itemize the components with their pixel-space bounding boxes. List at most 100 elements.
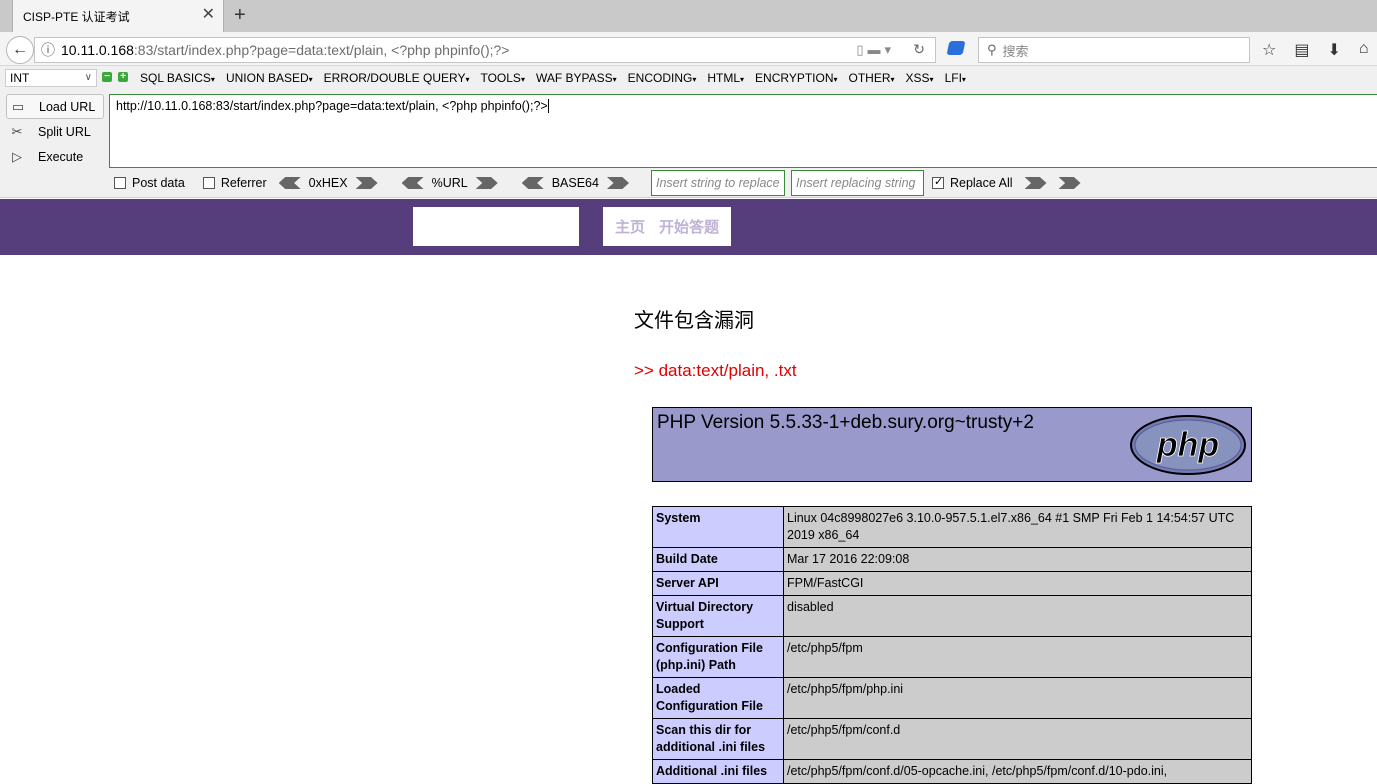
load-url-button[interactable]: ▭ Load URL [6,94,104,119]
table-row: Build Date Mar 17 2016 22:09:08 [652,547,1252,572]
hackbar-menu-item[interactable]: HTML [707,71,744,85]
base64-decode-arrow-icon[interactable] [521,177,544,189]
row-key: System [652,506,784,548]
hackbar-menu-item[interactable]: ERROR/DOUBLE QUERY [324,71,470,85]
decrease-icon[interactable]: − [102,72,112,82]
site-nav: 主页 开始答题 [603,207,731,246]
browser-tab[interactable]: CISP-PTE 认证考试 ✕ [12,0,224,32]
increase-icon[interactable]: + [118,72,128,82]
info-icon[interactable]: ⓘ [35,40,61,60]
hackbar-menu-item[interactable]: LFI [945,71,966,85]
php-logo-icon: php [1130,415,1246,475]
table-row: Server API FPM/FastCGI [652,571,1252,596]
search-box[interactable]: ⚲ 搜索 [978,37,1250,63]
execute-button[interactable]: ▷ Execute [6,144,106,169]
url-encode-arrow-icon[interactable] [475,177,498,189]
hackbar-url-textarea[interactable]: http://10.11.0.168:83/start/index.php?pa… [109,94,1377,168]
hackbar-menu-item[interactable]: SQL BASICS [140,71,215,85]
home-icon[interactable]: ⌂ [1359,40,1369,60]
hex-decode-arrow-icon[interactable] [278,177,301,189]
row-value: disabled [783,595,1252,637]
hackbar-menu-item[interactable]: TOOLS [480,71,524,85]
post-data-label: Post data [132,176,185,190]
load-icon: ▭ [11,98,25,114]
post-data-checkbox[interactable] [114,177,126,189]
hackbar-panel: INT ∨ − + SQL BASICS UNION BASED ERROR/DOU… [0,66,1377,198]
hackbar-menu: SQL BASICS UNION BASED ERROR/DOUBLE QUERY T… [140,71,966,85]
hex-label: 0xHEX [308,176,348,190]
chevron-down-icon: ∨ [84,72,92,83]
site-logo-box [413,207,579,246]
hackbar-menu-item[interactable]: ENCODING [628,71,697,85]
new-tab-icon[interactable]: + [234,4,246,26]
replace-back-arrow-icon[interactable] [1058,177,1081,189]
row-value: Linux 04c8998027e6 3.10.0-957.5.1.el7.x8… [783,506,1252,548]
extension-icon[interactable] [946,41,966,55]
reload-icon[interactable]: ↻ [913,41,925,58]
table-row: Virtual Directory Support disabled [652,595,1252,637]
load-url-label: Load URL [39,99,96,114]
nav-bar: ← ⓘ 10.11.0.168:83/start/index.php?page=… [0,32,1377,66]
php-logo-text: php [1156,426,1219,464]
search-icon: ⚲ [987,42,997,57]
row-key: Scan this dir for additional .ini files [652,718,784,760]
close-tab-icon[interactable]: ✕ [202,7,215,23]
site-header: 主页 开始答题 [0,199,1377,255]
download-icon[interactable]: ⬇ [1327,40,1340,60]
address-bar[interactable]: ⓘ 10.11.0.168:83/start/index.php?page=da… [34,37,936,63]
referrer-label: Referrer [220,176,267,190]
replace-string-input[interactable]: Insert string to replace [650,170,785,196]
replace-all-label: Replace All [949,176,1013,190]
base64-encode-arrow-icon[interactable] [606,177,629,189]
row-key: Virtual Directory Support [652,595,784,637]
table-row: Scan this dir for additional .ini files /… [652,718,1252,760]
scissors-icon: ✂ [11,123,23,139]
execute-label: Execute [38,149,84,164]
split-url-label: Split URL [38,124,91,139]
url-decode-arrow-icon[interactable] [401,177,424,189]
table-row: Configuration File (php.ini) Path/etc/ph… [652,636,1252,678]
row-key: Server API [652,571,784,596]
hackbar-menu-item[interactable]: UNION BASED [226,71,313,85]
hint-text: >> data:text/plain, .txt [634,361,797,380]
row-value: /etc/php5/fpm/conf.d/05-opcache.ini, /et… [783,759,1252,784]
row-key: Configuration File (php.ini) Path [652,636,784,678]
nav-start-link[interactable]: 开始答题 [659,216,719,237]
row-key: Loaded Configuration File [652,677,784,719]
url-path: :83/start/index.php?page=data:text/plain… [133,42,510,58]
row-value: /etc/php5/fpm/php.ini [783,677,1252,719]
row-value: /etc/php5/fpm/conf.d [783,718,1252,760]
replace-all-checkbox[interactable] [931,175,944,189]
search-placeholder: 搜索 [1002,43,1029,59]
table-row: Loaded Configuration File/etc/php5/fpm/p… [652,677,1252,719]
row-value: FPM/FastCGI [783,571,1252,596]
split-url-button[interactable]: ✂ Split URL [6,119,106,144]
reader-view-icon[interactable]: ▯▬▾ [856,42,895,58]
phpinfo-table: System Linux 04c8998027e6 3.10.0-957.5.1.… [652,506,1252,784]
library-icon[interactable]: ▤ [1294,40,1309,60]
url-encode-label: %URL [431,176,468,190]
phpinfo-header: PHP Version 5.5.33-1+deb.sury.org~trusty… [652,407,1252,482]
hackbar-menu-item[interactable]: XSS [906,71,934,85]
row-value: /etc/php5/fpm [783,636,1252,678]
table-row: Additional .ini files/etc/php5/fpm/conf.… [652,759,1252,784]
page-title: 文件包含漏洞 [634,310,754,332]
nav-home-link[interactable]: 主页 [615,216,645,237]
referrer-checkbox[interactable] [202,177,215,189]
play-icon: ▷ [12,148,22,164]
base64-label: BASE64 [551,176,599,190]
tab-title: CISP-PTE 认证考试 [23,9,130,24]
table-row: System Linux 04c8998027e6 3.10.0-957.5.1.… [652,506,1252,548]
hex-encode-arrow-icon[interactable] [355,177,378,189]
hackbar-url-text: http://10.11.0.168:83/start/index.php?pa… [116,99,548,113]
bookmark-star-icon[interactable]: ☆ [1262,40,1276,60]
hackbar-menu-item[interactable]: ENCRYPTION [755,71,837,85]
hackbar-menu-item[interactable]: WAF BYPASS [536,71,617,85]
php-version: PHP Version 5.5.33-1+deb.sury.org~trusty… [657,412,1034,433]
hackbar-menu-item[interactable]: OTHER [849,71,895,85]
row-value: Mar 17 2016 22:09:08 [783,547,1252,572]
back-arrow-icon[interactable]: ← [6,36,34,64]
replacing-string-input[interactable]: Insert replacing string [790,170,924,196]
replace-arrow-icon[interactable] [1024,177,1047,189]
injection-type-select[interactable]: INT ∨ [5,69,97,87]
